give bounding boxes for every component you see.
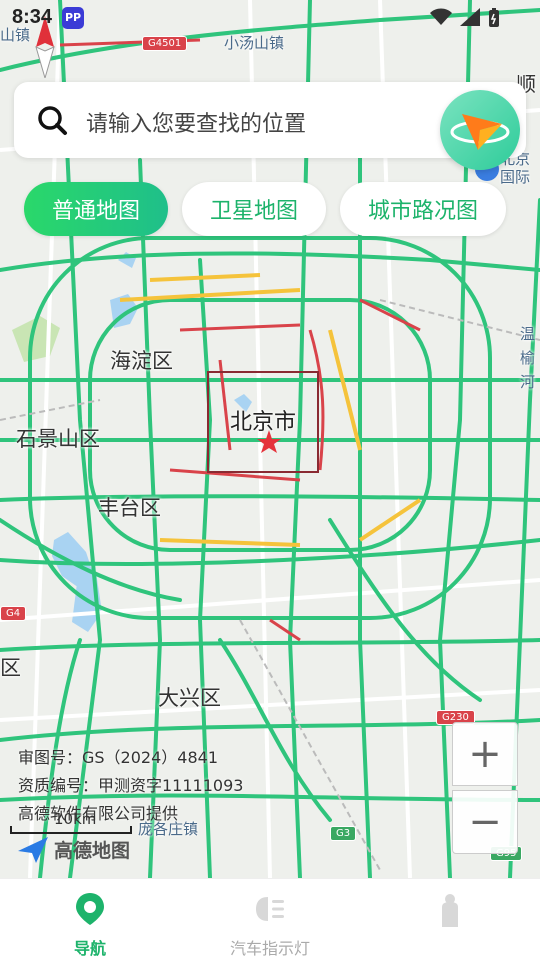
status-time: 8:34 [12, 6, 53, 28]
tab-satellite-map[interactable]: 卫星地图 [182, 182, 327, 236]
nav-item-car-lights[interactable]: 汽车指示灯 [210, 887, 330, 958]
map-label-haidian: 海淀区 [110, 349, 173, 373]
road-badge-g4: G4 [0, 606, 27, 621]
nav-item-profile[interactable] [390, 887, 510, 957]
search-input[interactable]: 请输入您要查找的位置 [86, 106, 306, 138]
navigation-logo-icon[interactable] [440, 90, 520, 170]
nav-label-car-lights: 汽车指示灯 [229, 939, 310, 958]
nav-label-navigation: 导航 [73, 939, 106, 958]
map-label-wenyu-river: 温 榆 河 [520, 325, 536, 391]
battery-icon [489, 8, 499, 27]
map-label-beijing: 北京市 [230, 410, 297, 435]
nav-item-navigation[interactable]: 导航 [30, 887, 150, 958]
zoom-out-button[interactable]: − [452, 790, 518, 854]
zoom-in-button[interactable]: + [452, 722, 518, 786]
amap-brand: 高德地图 [18, 836, 130, 863]
scale-bar [10, 826, 132, 834]
profile-icon [442, 894, 458, 927]
search-bar[interactable]: 请输入您要查找的位置 [14, 82, 526, 170]
car-light-icon [256, 897, 284, 921]
road-badge-g4501: G4501 [142, 36, 188, 51]
tab-traffic-map[interactable]: 城市路况图 [340, 182, 507, 236]
wifi-icon [430, 8, 452, 25]
map-label-shijingshan: 石景山区 [16, 427, 100, 451]
amap-brand-text: 高德地图 [54, 840, 131, 862]
bottom-navigation: 导航 汽车指示灯 [0, 878, 540, 960]
app-notification-icon: PP [62, 7, 84, 29]
amap-logo-icon [18, 836, 48, 863]
map-label-qu: 区 [0, 656, 21, 680]
map-label-fengtai: 丰台区 [98, 496, 161, 520]
location-pin-icon [76, 893, 104, 925]
map-qualification-number: 资质编号：甲测资字11111093 [18, 776, 244, 795]
status-bar: 8:34 PP [0, 0, 540, 36]
tab-standard-map[interactable]: 普通地图 [24, 182, 169, 236]
search-icon [38, 106, 67, 135]
signal-icon [460, 8, 480, 26]
paper-plane-icon [450, 114, 510, 150]
road-badge-g3: G3 [330, 826, 357, 841]
map-scale: 10km [10, 810, 132, 834]
map-label-daxing: 大兴区 [158, 686, 221, 710]
status-icons [430, 8, 500, 28]
map-review-number: 审图号：GS（2024）4841 [18, 748, 218, 767]
map-type-tabs: 普通地图 卫星地图 城市路况图 [24, 182, 507, 236]
